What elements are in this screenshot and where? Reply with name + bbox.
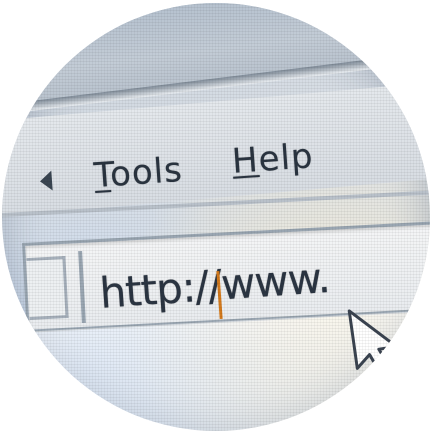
page-icon — [26, 256, 69, 320]
mouse-cursor-icon — [347, 309, 399, 379]
menu-item-help[interactable]: Help — [231, 136, 315, 182]
menu-mnemonic-help: H — [230, 140, 261, 182]
menu-item-tools[interactable]: Tools — [93, 150, 184, 196]
zoomed-browser-view: Tools Help http://www. — [2, 3, 430, 431]
back-arrow-icon[interactable] — [39, 170, 53, 192]
menu-label-help: elp — [257, 136, 315, 180]
menu-label-tools: ools — [108, 149, 185, 195]
